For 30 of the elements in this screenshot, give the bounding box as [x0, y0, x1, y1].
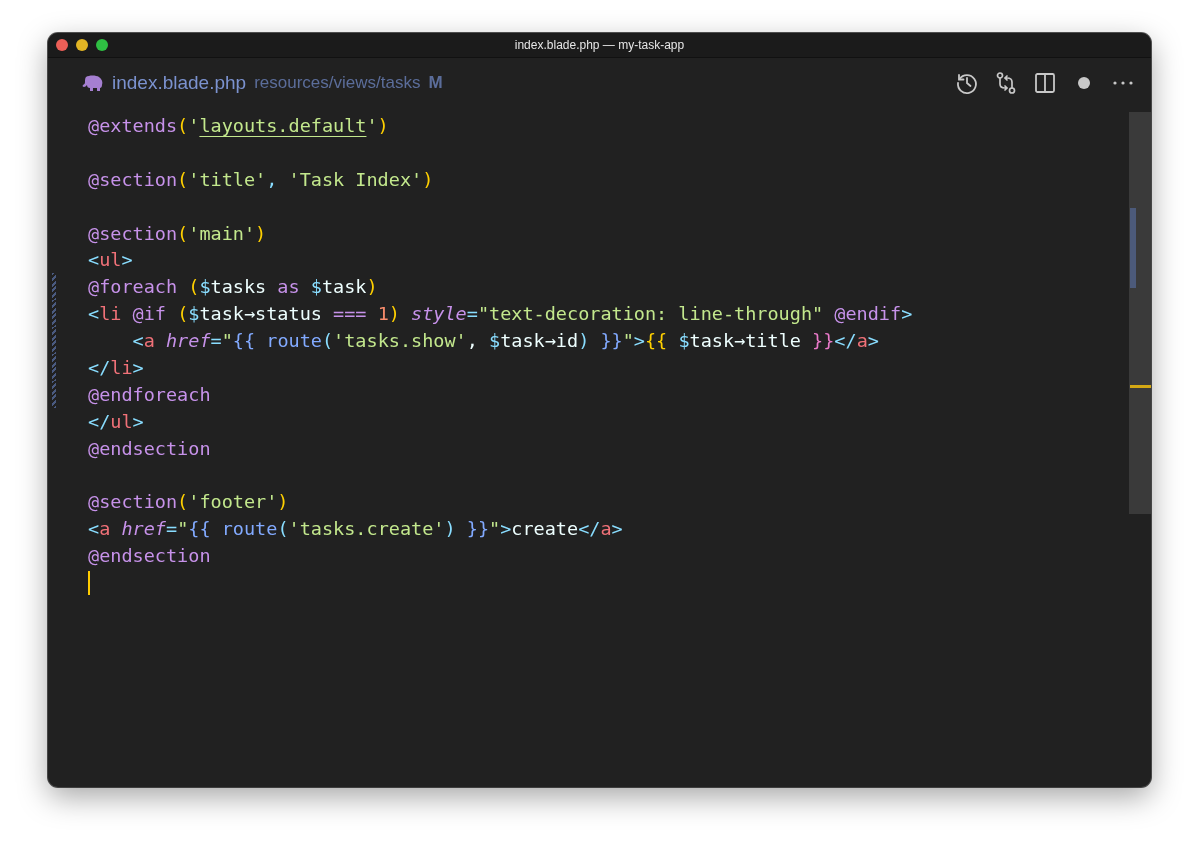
text-cursor [88, 570, 90, 595]
compare-changes-icon[interactable] [994, 71, 1018, 95]
code-line: <li @if ($task→status === 1) style="text-decoration: line-through" @endif> [88, 303, 913, 325]
editor-tab[interactable]: index.blade.php resources/views/tasks M [82, 72, 443, 94]
minimize-button[interactable] [76, 39, 88, 51]
close-button[interactable] [56, 39, 68, 51]
code-line: </li> [88, 356, 144, 378]
code-line: @foreach ($tasks as $task) [88, 276, 378, 298]
code-line: </ul> [88, 410, 144, 432]
file-path: resources/views/tasks [254, 73, 421, 93]
code-line: @section('footer') [88, 491, 289, 513]
file-name: index.blade.php [112, 72, 247, 94]
scrollbar[interactable] [1129, 112, 1151, 514]
window-title: index.blade.php — my-task-app [514, 38, 685, 52]
split-editor-icon[interactable] [1033, 71, 1057, 95]
code-line: @endsection [88, 545, 211, 567]
maximize-button[interactable] [96, 39, 108, 51]
code-line: @section('main') [88, 222, 267, 244]
history-icon[interactable] [955, 71, 979, 95]
scroll-thumb[interactable] [1130, 208, 1136, 288]
code-line: <ul> [88, 249, 133, 271]
cursor-marker [1130, 385, 1151, 388]
code-line: <a href="{{ route('tasks.show', $task→id) }}">{{ $task→title }}</a> [131, 330, 879, 352]
code-line: @extends('layouts.default') [88, 114, 389, 136]
git-status: M [428, 73, 443, 93]
code-line: @endforeach [88, 383, 211, 405]
code-line: @endsection [88, 437, 211, 459]
code-line: @section('title', 'Task Index') [88, 168, 434, 190]
code-line: <a href="{{ route('tasks.create') }}">create</a> [88, 518, 623, 540]
elephant-icon [82, 75, 104, 91]
